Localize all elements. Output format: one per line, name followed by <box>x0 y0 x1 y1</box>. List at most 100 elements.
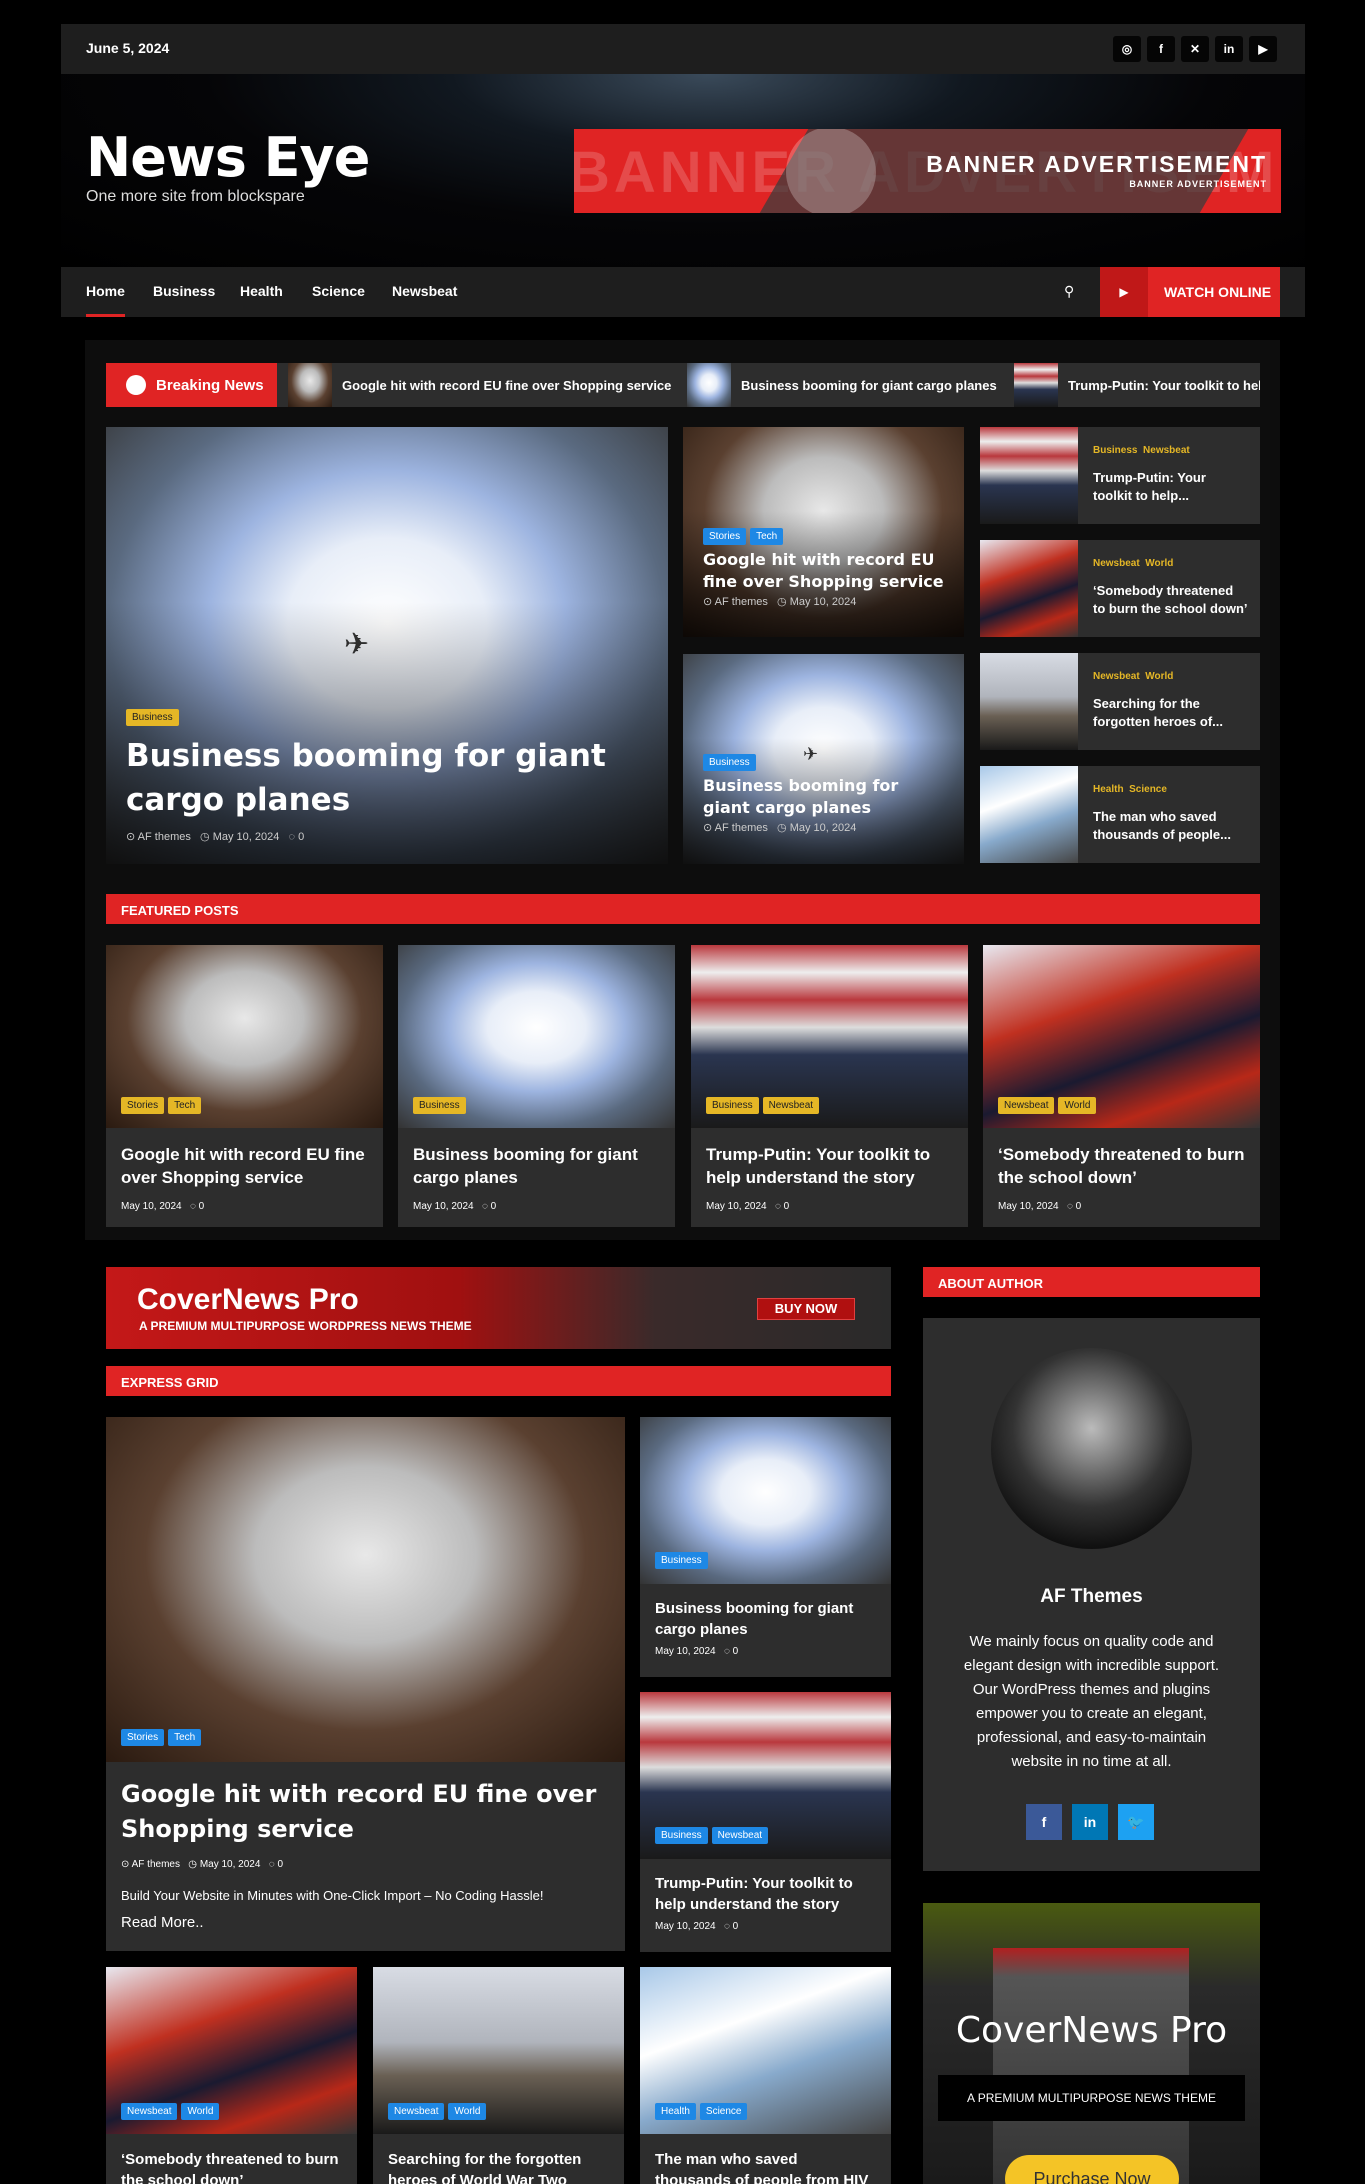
featured-title[interactable]: ‘Somebody threatened to burn the school … <box>998 1143 1245 1189</box>
category-links[interactable]: Health Science <box>1093 784 1167 795</box>
list-title[interactable]: Searching for the forgotten heroes of... <box>1093 695 1248 731</box>
ticker-item[interactable]: Trump-Putin: Your toolkit to help unders… <box>1014 363 1260 407</box>
twitter-icon[interactable]: 🐦 <box>1118 1804 1154 1840</box>
ticker-title: Google hit with record EU fine over Shop… <box>342 377 672 393</box>
author-name[interactable]: AF themes <box>715 822 768 834</box>
category-tag[interactable]: Tech <box>750 528 784 545</box>
express-bottom-card[interactable]: Health Science The man who saved thousand… <box>640 1967 891 2184</box>
buy-now-button[interactable]: BUY NOW <box>757 1298 855 1320</box>
comment-count[interactable]: 0 <box>277 1859 283 1870</box>
express-main-title[interactable]: Google hit with record EU fine over Shop… <box>121 1777 610 1847</box>
express-main-card[interactable]: Stories Tech Google hit with record EU fi… <box>106 1417 625 1951</box>
nav-home[interactable]: Home <box>86 283 125 317</box>
comment-count[interactable]: 0 <box>784 1201 790 1212</box>
express-side-title[interactable]: Business booming for giant cargo planes <box>655 1598 876 1640</box>
nav-business[interactable]: Business <box>153 283 215 299</box>
featured-card[interactable]: Newsbeat World ‘Somebody threatened to bu… <box>983 945 1260 1227</box>
express-bottom-title[interactable]: ‘Somebody threatened to burn the school … <box>121 2149 342 2184</box>
linkedin-icon[interactable]: in <box>1072 1804 1108 1840</box>
category-tag[interactable]: Tech <box>168 1729 202 1746</box>
category-tag[interactable]: Tech <box>168 1097 202 1114</box>
category-tag[interactable]: Stories <box>121 1729 165 1746</box>
x-icon[interactable]: ✕ <box>1181 36 1209 62</box>
express-side-card[interactable]: Business Newsbeat Trump-Putin: Your toolk… <box>640 1692 891 1952</box>
covernews-promo-banner[interactable]: CoverNews Pro A PREMIUM MULTIPURPOSE WOR… <box>106 1267 891 1349</box>
hero-mid-card[interactable]: Stories Tech Google hit with record EU fi… <box>683 427 964 637</box>
express-side-card[interactable]: Business Business booming for giant carg… <box>640 1417 891 1677</box>
featured-card[interactable]: Business Business booming for giant carg… <box>398 945 675 1227</box>
category-tag[interactable]: Business <box>703 754 756 771</box>
category-links[interactable]: Business Newsbeat <box>1093 445 1190 456</box>
hero-main-title[interactable]: Business booming for giant cargo planes <box>126 734 648 822</box>
purchase-now-button[interactable]: Purchase Now <box>1005 2155 1179 2184</box>
live-dot-icon <box>126 375 146 395</box>
category-tag[interactable]: World <box>181 2103 220 2120</box>
list-title[interactable]: ‘Somebody threatened to burn the school … <box>1093 582 1248 618</box>
facebook-icon[interactable]: f <box>1147 36 1175 62</box>
hero-mid-card[interactable]: ✈ Business Business booming for giant ca… <box>683 654 964 864</box>
list-title[interactable]: The man who saved thousands of people... <box>1093 808 1248 844</box>
search-icon[interactable]: ⚲ <box>1064 283 1074 300</box>
express-side-title[interactable]: Trump-Putin: Your toolkit to help unders… <box>655 1873 876 1915</box>
category-tag[interactable]: Business <box>655 1552 708 1569</box>
category-tag[interactable]: Newsbeat <box>388 2103 445 2120</box>
list-item[interactable]: Newsbeat World Searching for the forgott… <box>980 653 1260 750</box>
instagram-icon[interactable]: ◎ <box>1113 36 1141 62</box>
featured-card[interactable]: Stories Tech Google hit with record EU fi… <box>106 945 383 1227</box>
featured-title[interactable]: Trump-Putin: Your toolkit to help unders… <box>706 1143 953 1189</box>
category-tag[interactable]: Newsbeat <box>121 2103 178 2120</box>
category-tag[interactable]: World <box>1058 1097 1097 1114</box>
category-tag[interactable]: Business <box>413 1097 466 1114</box>
comment-count[interactable]: 0 <box>1076 1201 1082 1212</box>
ticker-item[interactable]: Business booming for giant cargo planes <box>687 363 997 407</box>
category-tag[interactable]: Science <box>699 2103 748 2120</box>
list-item[interactable]: Newsbeat World ‘Somebody threatened to b… <box>980 540 1260 637</box>
nav-science[interactable]: Science <box>312 283 365 299</box>
category-tag[interactable]: Newsbeat <box>998 1097 1055 1114</box>
express-bottom-title[interactable]: The man who saved thousands of people fr… <box>655 2149 876 2184</box>
ticker-item[interactable]: Google hit with record EU fine over Shop… <box>288 363 671 407</box>
author-name[interactable]: AF themes <box>132 1859 180 1870</box>
category-tag[interactable]: Business <box>655 1827 708 1844</box>
category-tag[interactable]: World <box>448 2103 487 2120</box>
watch-online-button[interactable]: ▶ WATCH ONLINE <box>1100 267 1280 317</box>
read-more-link[interactable]: Read More.. <box>121 1914 204 1931</box>
category-links[interactable]: Newsbeat World <box>1093 558 1173 569</box>
category-tag[interactable]: Stories <box>703 528 747 545</box>
comment-count[interactable]: 0 <box>199 1201 205 1212</box>
hero-main-card[interactable]: ✈ Business Business booming for giant ca… <box>106 427 668 864</box>
express-bottom-card[interactable]: Newsbeat World ‘Somebody threatened to bu… <box>106 1967 357 2184</box>
featured-title[interactable]: Business booming for giant cargo planes <box>413 1143 660 1189</box>
banner-advertisement[interactable]: BANNER ADVERTISEMENT BANNER ADVERTISEMEN… <box>574 129 1281 213</box>
author-widget: AF Themes We mainly focus on quality cod… <box>923 1318 1260 1871</box>
comment-count[interactable]: 0 <box>491 1201 497 1212</box>
comment-count[interactable]: 0 <box>733 1646 739 1657</box>
covernews-pro-widget[interactable]: CoverNews Pro A PREMIUM MULTIPURPOSE NEW… <box>923 1903 1260 2184</box>
youtube-icon[interactable]: ▶ <box>1249 36 1277 62</box>
category-tag[interactable]: Newsbeat <box>762 1097 820 1114</box>
comment-count[interactable]: 0 <box>298 831 304 843</box>
list-title[interactable]: Trump-Putin: Your toolkit to help... <box>1093 469 1248 505</box>
author-name[interactable]: AF themes <box>715 596 768 608</box>
category-tag[interactable]: Business <box>126 709 179 726</box>
category-tag[interactable]: Newsbeat <box>711 1827 769 1844</box>
featured-card[interactable]: Business Newsbeat Trump-Putin: Your toolk… <box>691 945 968 1227</box>
author-name[interactable]: AF themes <box>138 831 191 843</box>
category-tag[interactable]: Health <box>655 2103 696 2120</box>
hero-mid-title[interactable]: Business booming for giant cargo planes <box>703 775 944 819</box>
category-tag[interactable]: Stories <box>121 1097 165 1114</box>
nav-health[interactable]: Health <box>240 283 283 299</box>
express-bottom-card[interactable]: Newsbeat World Searching for the forgotte… <box>373 1967 624 2184</box>
list-item[interactable]: Health Science The man who saved thousan… <box>980 766 1260 863</box>
category-tag[interactable]: Business <box>706 1097 759 1114</box>
linkedin-icon[interactable]: in <box>1215 36 1243 62</box>
express-bottom-title[interactable]: Searching for the forgotten heroes of Wo… <box>388 2149 609 2184</box>
featured-title[interactable]: Google hit with record EU fine over Shop… <box>121 1143 368 1189</box>
nav-newsbeat[interactable]: Newsbeat <box>392 283 457 299</box>
hero-mid-title[interactable]: Google hit with record EU fine over Shop… <box>703 549 944 593</box>
category-links[interactable]: Newsbeat World <box>1093 671 1173 682</box>
list-item[interactable]: Business Newsbeat Trump-Putin: Your tool… <box>980 427 1260 524</box>
facebook-icon[interactable]: f <box>1026 1804 1062 1840</box>
site-title[interactable]: News Eye <box>86 126 370 189</box>
comment-count[interactable]: 0 <box>733 1921 739 1932</box>
